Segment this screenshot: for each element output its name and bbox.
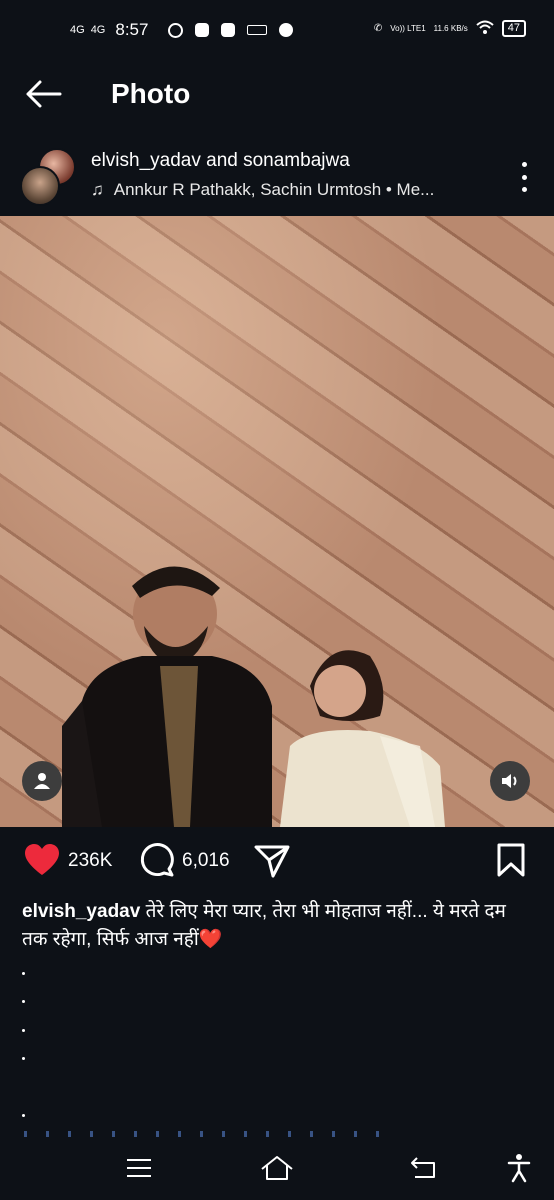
post-caption: elvish_yadav तेरे लिए मेरा प्यार, तेरा भ… — [22, 898, 534, 954]
heart-emoji: ❤️ — [198, 929, 223, 950]
avatar-stack[interactable] — [20, 148, 78, 206]
signal-2: 4G — [90, 23, 106, 36]
status-time: 8:57 — [115, 20, 149, 39]
app-header: Photo — [0, 62, 554, 128]
menu-icon[interactable] — [122, 1152, 156, 1184]
comments-count[interactable]: 6,016 — [182, 850, 230, 872]
and-text: and — [206, 150, 238, 171]
heart-icon[interactable] — [24, 843, 60, 877]
speaker-icon — [502, 774, 517, 788]
bookmark-icon[interactable] — [496, 842, 526, 878]
volume-button[interactable] — [490, 761, 530, 801]
vivo-icon — [247, 25, 268, 35]
post-header: elvish_yadav and sonambajwa ♫ Annkur R P… — [0, 138, 554, 216]
share-icon[interactable] — [253, 843, 291, 879]
youtube-icon — [221, 23, 236, 37]
status-bar: 4G 4G 8:57 ✆ Vo)) LTE1 11.6 KB/s 47 — [0, 0, 554, 62]
post-actions: 236K 6,016 — [0, 838, 554, 888]
back-nav-icon[interactable] — [406, 1152, 440, 1184]
wifi-icon — [476, 20, 494, 37]
battery-icon: 47 — [501, 20, 526, 37]
compass-icon — [279, 23, 294, 37]
author-1-link[interactable]: elvish_yadav — [91, 150, 201, 171]
caption-hashtags-fade — [24, 1131, 384, 1137]
post-authors[interactable]: elvish_yadav and sonambajwa — [91, 150, 350, 172]
likes-count[interactable]: 236K — [68, 850, 112, 872]
avatar-primary[interactable] — [20, 166, 60, 206]
call-wifi-icon: ✆ — [373, 23, 383, 34]
music-note-icon: ♫ — [91, 180, 104, 199]
back-arrow-icon[interactable] — [24, 76, 64, 112]
music-title[interactable]: Annkur R Pathakk, Sachin Urmtosh • Me... — [114, 180, 435, 200]
system-nav-bar — [0, 1140, 554, 1200]
home-icon[interactable] — [260, 1152, 294, 1184]
instagram-icon — [195, 23, 210, 37]
more-options-icon[interactable] — [520, 162, 528, 192]
caption-username[interactable]: elvish_yadav — [22, 901, 140, 922]
page-title: Photo — [111, 78, 191, 109]
post-photo[interactable] — [0, 216, 554, 827]
photo-subject-woman — [280, 650, 445, 827]
accessibility-icon[interactable] — [502, 1152, 536, 1184]
signal-1: 4G — [70, 23, 85, 36]
author-2-link[interactable]: sonambajwa — [243, 150, 350, 171]
comment-icon[interactable] — [139, 842, 175, 878]
volte-indicator: Vo)) LTE1 — [390, 23, 426, 33]
photo-subject-man — [62, 566, 272, 827]
music-line[interactable]: ♫ Annkur R Pathakk, Sachin Urmtosh • Me.… — [91, 180, 481, 200]
net-speed: 11.6 KB/s — [433, 23, 468, 33]
whatsapp-icon — [168, 22, 184, 38]
user-icon — [34, 773, 50, 789]
tagged-users-button[interactable] — [22, 761, 62, 801]
